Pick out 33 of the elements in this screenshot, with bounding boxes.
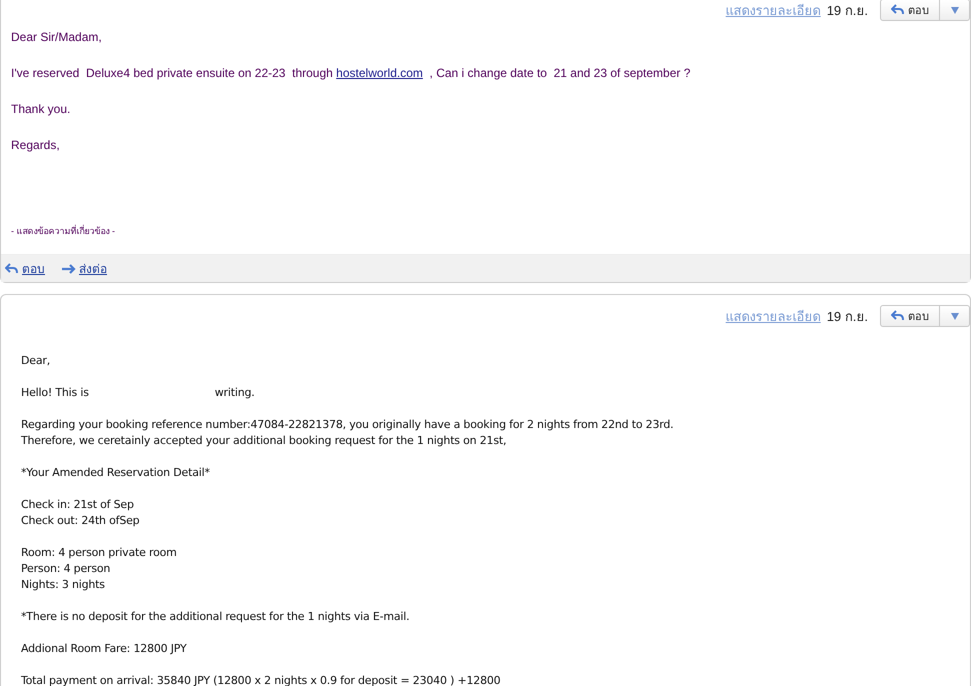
message-line: Room: 4 person private room <box>21 545 178 561</box>
reply-link[interactable]: ตอบ <box>5 259 45 278</box>
message-line: Regards, <box>11 138 61 152</box>
message-line: Person: 4 person <box>21 561 112 577</box>
message-line: Thank you. <box>11 102 72 116</box>
more-button[interactable] <box>940 305 970 327</box>
message-date: 19 ก.ย. <box>826 2 868 20</box>
message-line: Nights: 3 nights <box>21 577 106 593</box>
forward-link[interactable]: ส่งต่อ <box>61 259 107 278</box>
message-line: Therefore, we ceretainly accepted your additional booking request for the 1 nights on 21st, <box>21 433 508 449</box>
forward-icon <box>61 262 76 274</box>
show-related-link[interactable]: - แสดงข้อความที่เกี่ยวข้อง - <box>11 226 115 236</box>
message-line: *There is no deposit for the additional request for the 1 nights via E-mail. <box>21 609 410 625</box>
message-line: Total payment on arrival: 35840 JPY (12800 x 2 nights x 0.9 for deposit = 23040 ) +12800 <box>21 673 502 686</box>
dropdown-caret-icon <box>950 6 958 14</box>
message-line: *Your Amended Reservation Detail* <box>21 465 211 481</box>
dropdown-caret-icon <box>950 312 958 320</box>
website-link[interactable]: hostelworld.com <box>336 66 423 80</box>
more-button[interactable] <box>940 0 970 21</box>
message-line: Hello! This is writing. <box>21 385 256 401</box>
reply-icon <box>891 3 905 17</box>
message-line: Check out: 24th ofSep <box>21 513 140 529</box>
message-line: Regarding your booking reference number:47084-22821378, you originally have a booking for 2 nights from 22nd to 23rd. <box>21 417 674 433</box>
reply-button[interactable]: ตอบ <box>880 305 940 327</box>
message-date: 19 ก.ย. <box>826 308 868 326</box>
reply-icon <box>5 262 19 276</box>
reply-button[interactable]: ตอบ <box>880 0 940 21</box>
message-line: Addional Room Fare: 12800 JPY <box>21 641 188 657</box>
message-line: Dear Sir/Madam, <box>11 30 103 44</box>
reply-icon <box>891 309 905 323</box>
message-line: Dear, <box>21 353 51 369</box>
message-line: I've reserved Deluxe4 bed private ensuite on 22-23 through hostelworld.com , Can i change date to 21 and 23 of september ? <box>11 66 692 80</box>
message-line: Check in: 21st of Sep <box>21 497 135 513</box>
